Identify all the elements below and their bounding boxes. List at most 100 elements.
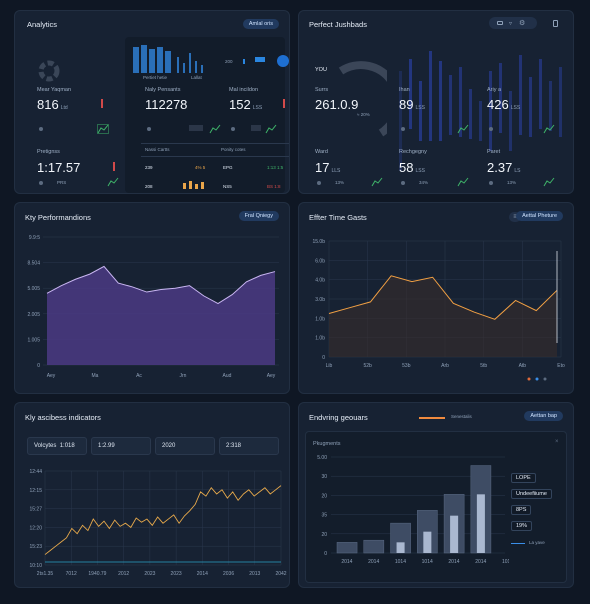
metric-small: 13%	[335, 180, 345, 185]
y-tick-label: 15:27	[29, 507, 42, 513]
gear-icon[interactable]: ⚙	[519, 19, 525, 27]
table-cell: 239	[145, 165, 153, 170]
y-tick-label: 30	[321, 474, 327, 480]
legend-item: Undeefiiume	[511, 489, 552, 499]
inner-bar	[450, 515, 459, 553]
x-tick-label: 53b	[402, 363, 411, 369]
x-tick-label: Aud	[223, 373, 232, 379]
status-dot	[489, 181, 493, 185]
metric-value: 152 LSS	[229, 97, 263, 112]
metric-label: Ihan	[399, 87, 410, 93]
metric-value: 426 LSS	[487, 97, 521, 112]
y-tick-label: 20	[321, 532, 327, 538]
indicators-panel: Kly ascibess indicators Volcytes 1:018 1…	[14, 402, 290, 588]
inner-bar	[423, 531, 432, 553]
table-cell: 1:13 1:5	[267, 165, 284, 170]
area-fill	[47, 266, 275, 365]
metric-value: 261.0.9	[315, 97, 359, 112]
legend-label: Senestalis	[451, 414, 472, 419]
x-tick-label: 2014	[448, 559, 459, 565]
metric-value: 2.37 LS	[487, 160, 521, 175]
sparkline-icon	[543, 177, 555, 187]
metric-small: PRS	[57, 180, 67, 185]
metric-small: 34%	[419, 180, 429, 185]
metric-label: Surrs	[315, 87, 329, 93]
close-icon[interactable]: ×	[555, 439, 559, 445]
table-cell: EPG	[223, 165, 233, 170]
x-tick-label: 1940.79	[88, 571, 106, 577]
x-tick-label: Lib	[326, 363, 333, 369]
y-tick-label: 6.0b	[315, 258, 325, 264]
metric-value: 1:17.57	[37, 160, 81, 175]
enduring-panel: Endvring geouars Senestalis Aettan bap P…	[298, 402, 574, 588]
y-tick-label: 12:44	[29, 469, 42, 475]
funnel-icon[interactable]: ▿	[509, 20, 512, 27]
y-tick-label: 12:15	[29, 488, 42, 494]
y-tick-label: 0	[322, 355, 325, 361]
panel-title: Perfect Jushbads	[309, 20, 367, 29]
y-tick-label: 4.0b	[315, 278, 325, 284]
x-tick-label: Eto	[557, 363, 565, 369]
panel-title: Kty Performandions	[25, 213, 91, 222]
metric-small: 13%	[507, 180, 517, 185]
mini-bar	[255, 57, 265, 62]
analytics-panel: Analytics Amlal oris Mear Yaqman 816 Ltd …	[14, 10, 290, 194]
y-tick-label: 15:23	[29, 544, 42, 550]
y-tick-label: 5.00	[317, 455, 327, 461]
table-cell: BS 1:8	[267, 184, 281, 189]
y-tick-label: 1.005	[27, 337, 40, 343]
effter-line-chart: 0 1.0b 1.0b 3.0b 4.0b 6.0b 15.0b Lib 52b 53b Arb 5t…	[312, 239, 565, 381]
kpi-option-button[interactable]: Fral Qniegy	[238, 211, 279, 221]
x-tick-label: 2023	[144, 571, 155, 577]
legend-label: La yave	[529, 540, 545, 545]
y-tick-label: 9.9:5	[29, 235, 40, 241]
metric-label: Mear Yaqman	[37, 87, 72, 93]
y-tick-label: 0	[324, 551, 327, 557]
x-tick-label: 7012	[66, 571, 77, 577]
effter-option-button[interactable]: Aettal Pheture	[516, 211, 563, 221]
y-tick-label: 20	[321, 493, 327, 499]
metric-label: Paret	[487, 149, 501, 155]
y-tick-label: 15.0b	[312, 239, 325, 245]
status-dot	[231, 127, 235, 131]
y-tick-label: 8.504	[27, 261, 40, 267]
panel-title: Endvring geouars	[309, 413, 368, 422]
metric-label: Naly Pensants	[145, 87, 181, 93]
y-tick-label: 12:20	[29, 525, 42, 531]
donut-center: ≈ 20%	[357, 112, 370, 117]
enduring-option-button[interactable]: Aettan bap	[524, 411, 563, 421]
mini-bars-icon	[183, 181, 204, 189]
status-dot	[39, 181, 43, 185]
table-header: Nassi Cartts	[145, 147, 170, 152]
bar	[336, 542, 358, 554]
legend-item: 8PS	[511, 505, 532, 515]
metric-value: 17 LLS	[315, 160, 341, 175]
x-tick-label: 1014	[395, 559, 406, 565]
clipboard-icon[interactable]	[553, 20, 558, 27]
chart-label: Lallat	[191, 75, 202, 80]
legend-line	[419, 417, 445, 419]
metric-value: 58 LSS	[399, 160, 425, 175]
pie-icon	[38, 60, 60, 82]
metric-label: Pretignss	[37, 149, 60, 155]
sparkline-icon	[371, 177, 383, 187]
status-dot	[401, 181, 405, 185]
x-tick-label: Arb	[441, 363, 449, 369]
kpi-area-chart: 0 1.005 2.005 5.005 8.504 9.9:5 Aey Ma Ac Jrn Aud A…	[27, 235, 279, 379]
perfect-panel: Perfect Jushbads ▿ ⚙ YOU ≈ 20% Surrs 261…	[298, 10, 574, 194]
status-dot	[147, 127, 151, 131]
metric-label: Rechgegny	[399, 149, 427, 155]
enduring-bar-chart: 0 20 35 20 30 5.00 2014 2014 1014 1014 2014 2014 101…	[317, 455, 509, 565]
sparkline-icon	[107, 177, 119, 187]
y-tick-label: 10:10	[29, 563, 42, 569]
x-tick-label: 2014	[475, 559, 486, 565]
x-tick-label: Aey	[267, 373, 276, 379]
analytics-option-button[interactable]: Amlal oris	[242, 19, 279, 29]
panel-title: Kly ascibess indicators	[25, 413, 101, 422]
legend-item: LOPE	[511, 473, 536, 483]
inner-bar	[476, 494, 485, 553]
x-tick-label: 2012	[118, 571, 129, 577]
x-tick-label: Ma	[92, 373, 99, 379]
circle-button-icon[interactable]	[277, 55, 289, 67]
filter-icon[interactable]	[497, 21, 503, 25]
